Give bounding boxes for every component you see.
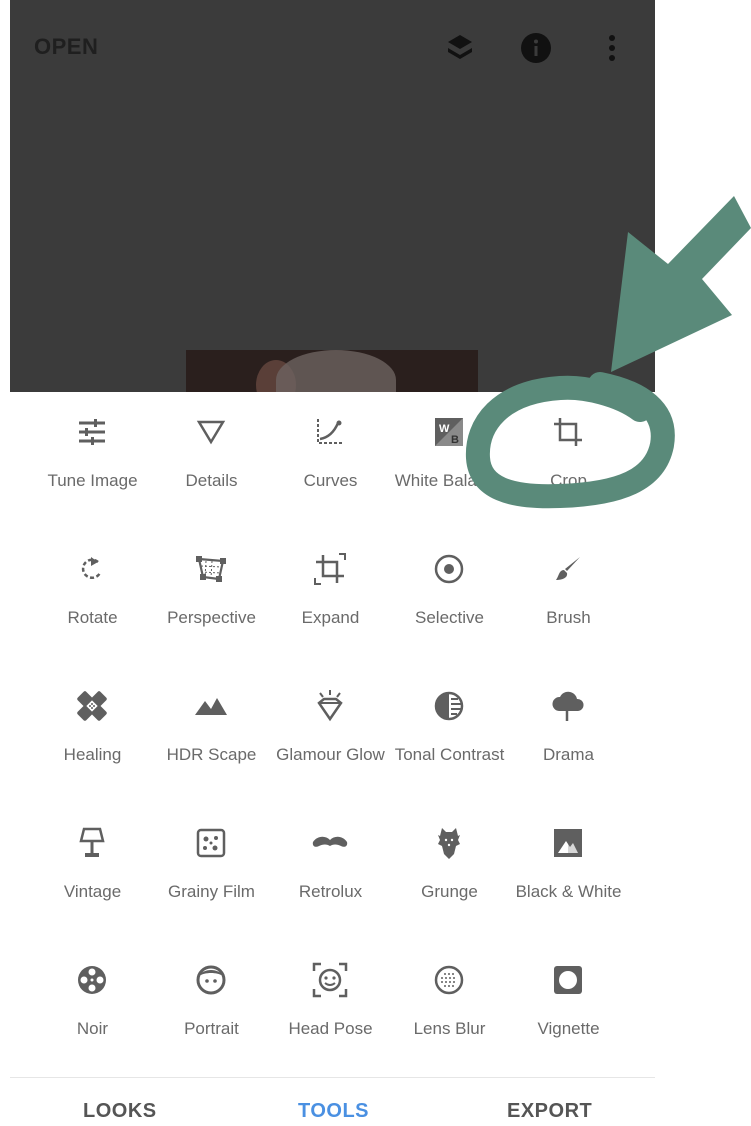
tab-tools[interactable]: TOOLS <box>298 1100 369 1123</box>
tool-curves[interactable]: Curves <box>271 400 390 520</box>
tune-sliders-icon <box>72 412 112 452</box>
brush-icon <box>548 549 588 589</box>
layers-undo-icon[interactable] <box>440 28 480 68</box>
tool-label: White Balance <box>394 471 505 490</box>
tool-label: Perspective <box>167 608 256 627</box>
selective-icon <box>429 549 469 589</box>
tool-brush[interactable]: Brush <box>509 537 628 657</box>
tonal-contrast-icon <box>429 686 469 726</box>
tool-tonal-contrast[interactable]: Tonal Contrast <box>390 674 509 794</box>
tool-label: Portrait <box>184 1019 239 1038</box>
tool-label: Selective <box>415 608 484 627</box>
open-button[interactable]: OPEN <box>34 34 98 60</box>
healing-bandage-icon <box>72 686 112 726</box>
tool-label: Glamour Glow <box>276 745 385 764</box>
tool-label: Crop <box>550 471 587 490</box>
tool-label: Noir <box>76 1019 109 1038</box>
vignette-icon <box>548 960 588 1000</box>
diamond-glow-icon <box>310 686 350 726</box>
mustache-icon <box>310 823 350 863</box>
tool-label: Vintage <box>63 882 122 901</box>
tool-white-balance[interactable]: WB White Balance <box>390 400 509 520</box>
tool-label: Curves <box>303 471 358 490</box>
rotate-icon <box>72 549 112 589</box>
tool-label: Head Pose <box>288 1019 373 1038</box>
svg-text:W: W <box>439 423 450 435</box>
tool-grainy-film[interactable]: Grainy Film <box>152 811 271 931</box>
details-triangle-icon <box>191 412 231 452</box>
tool-portrait[interactable]: Portrait <box>152 948 271 1068</box>
tool-label: Retrolux <box>298 882 363 901</box>
mountains-icon <box>191 686 231 726</box>
tool-label: Black & White <box>515 882 622 901</box>
perspective-icon <box>191 549 231 589</box>
tool-label: Expand <box>301 608 360 627</box>
tool-noir[interactable]: Noir <box>33 948 152 1068</box>
tool-hdr-scape[interactable]: HDR Scape <box>152 674 271 794</box>
tool-head-pose[interactable]: Head Pose <box>271 948 390 1068</box>
white-balance-icon: WB <box>429 412 469 452</box>
grain-dice-icon <box>191 823 231 863</box>
tool-healing[interactable]: Healing <box>33 674 152 794</box>
storm-cloud-icon <box>548 686 588 726</box>
svg-text:B: B <box>451 434 459 446</box>
face-focus-icon <box>310 960 350 1000</box>
crop-icon <box>548 412 588 452</box>
more-vert-icon[interactable] <box>592 28 632 68</box>
black-white-icon <box>548 823 588 863</box>
tab-export[interactable]: EXPORT <box>507 1100 592 1123</box>
tool-label: Lens Blur <box>413 1019 486 1038</box>
tool-label: HDR Scape <box>166 745 257 764</box>
tool-label: Grainy Film <box>168 882 255 901</box>
tool-vintage[interactable]: Vintage <box>33 811 152 931</box>
film-reel-icon <box>72 960 112 1000</box>
info-icon[interactable] <box>516 28 556 68</box>
tool-label: Tonal Contrast <box>394 745 505 764</box>
photo-preview <box>10 0 655 392</box>
tool-selective[interactable]: Selective <box>390 537 509 657</box>
tool-expand[interactable]: Expand <box>271 537 390 657</box>
curves-icon <box>310 412 350 452</box>
tool-label: Healing <box>63 745 122 764</box>
face-icon <box>191 960 231 1000</box>
tool-black-white[interactable]: Black & White <box>509 811 628 931</box>
tool-drama[interactable]: Drama <box>509 674 628 794</box>
tool-label: Grunge <box>421 882 478 901</box>
tool-tune-image[interactable]: Tune Image <box>33 400 152 520</box>
tool-details[interactable]: Details <box>152 400 271 520</box>
tool-label: Rotate <box>67 608 118 627</box>
tool-retrolux[interactable]: Retrolux <box>271 811 390 931</box>
tool-crop[interactable]: Crop <box>509 400 628 520</box>
expand-icon <box>310 549 350 589</box>
bottom-nav-divider <box>10 1077 655 1078</box>
lamp-icon <box>72 823 112 863</box>
tool-rotate[interactable]: Rotate <box>33 537 152 657</box>
tool-vignette[interactable]: Vignette <box>509 948 628 1068</box>
tab-looks[interactable]: LOOKS <box>83 1100 157 1123</box>
tool-label: Vignette <box>537 1019 600 1038</box>
tool-grunge[interactable]: Grunge <box>390 811 509 931</box>
photo-subject-jacket <box>276 350 396 392</box>
lens-blur-icon <box>429 960 469 1000</box>
photo-thumbnail <box>186 350 478 392</box>
tool-label: Drama <box>542 745 594 764</box>
tool-label: Tune Image <box>47 471 138 490</box>
grunge-guitar-icon <box>429 823 469 863</box>
tool-label: Details <box>185 471 238 490</box>
tool-perspective[interactable]: Perspective <box>152 537 271 657</box>
tool-label: Brush <box>546 608 591 627</box>
tool-lens-blur[interactable]: Lens Blur <box>390 948 509 1068</box>
tool-glamour-glow[interactable]: Glamour Glow <box>271 674 390 794</box>
